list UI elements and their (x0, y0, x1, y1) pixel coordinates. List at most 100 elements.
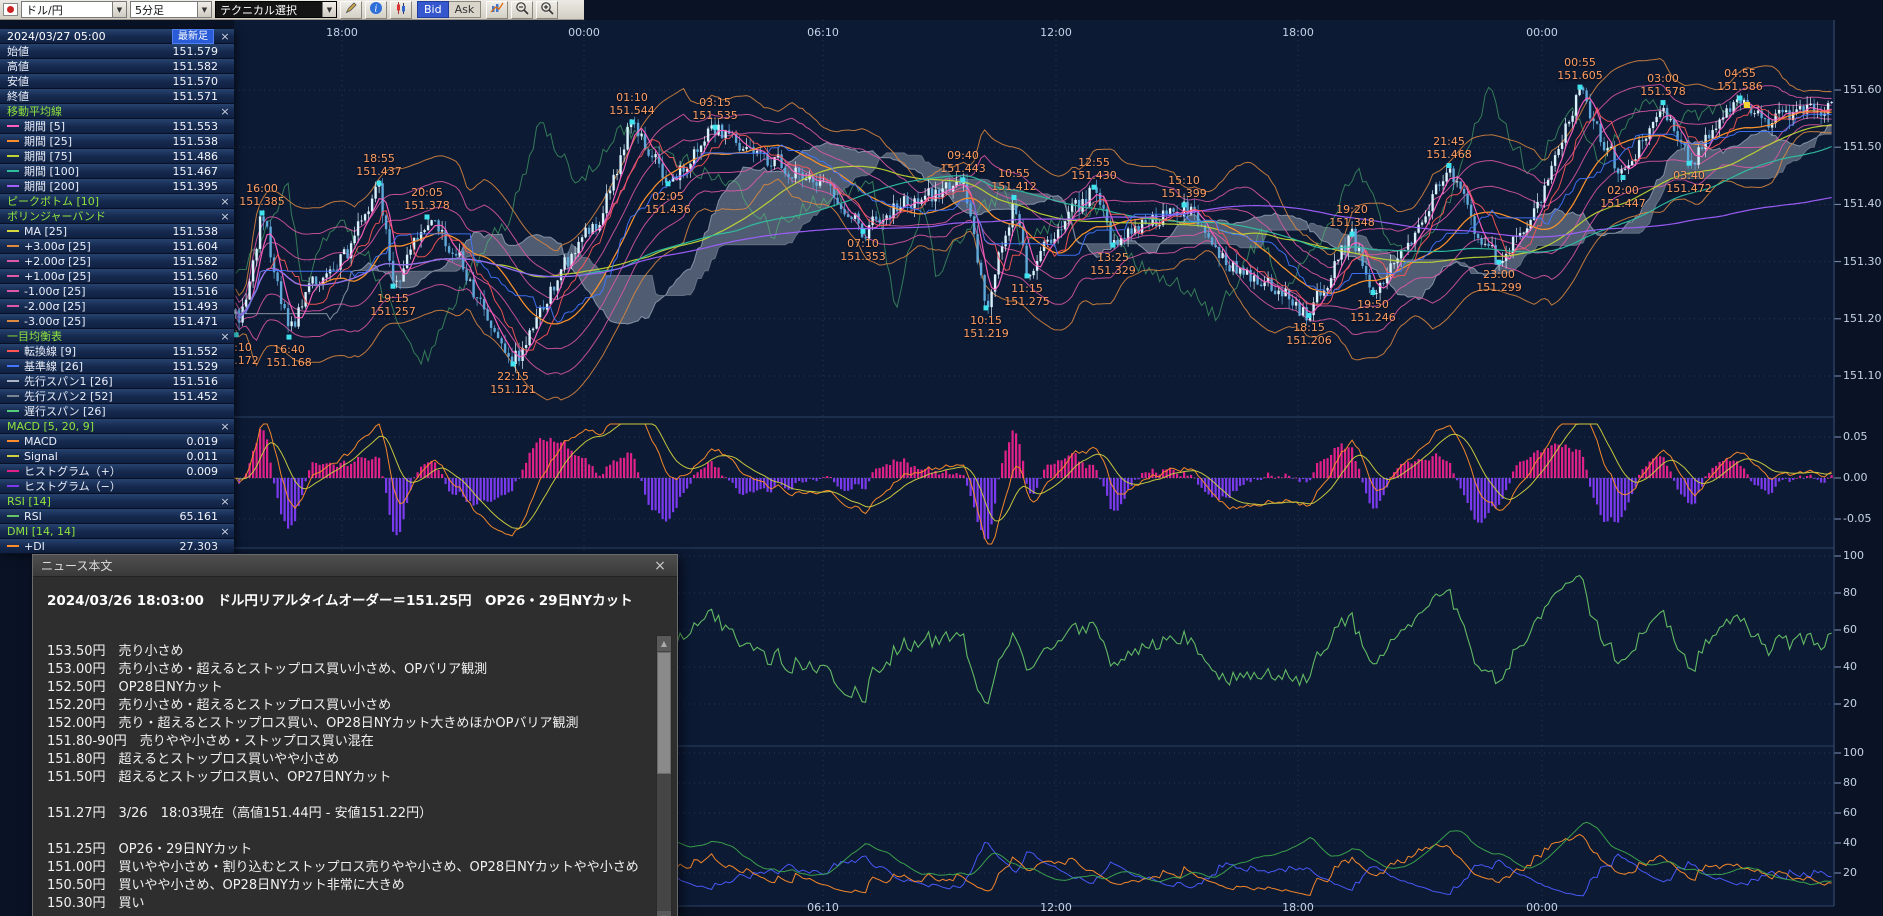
timeframe-select[interactable]: 5分足 ▼ (130, 1, 212, 18)
line-color-swatch (7, 305, 19, 307)
indicator-value-row: 期間 [5]151.553 (0, 119, 234, 134)
indicator-section-header: 移動平均線 × (0, 104, 234, 119)
section-title: ボリンジャーバンド (7, 208, 106, 224)
line-color-swatch (7, 485, 19, 487)
news-scrollbar[interactable]: ▲ ▼ (656, 635, 672, 916)
indicator-value-row: Signal0.011 (0, 449, 234, 464)
row-label: +1.00σ [25] (24, 270, 91, 283)
row-value: 151.552 (173, 345, 219, 358)
row-value: 27.303 (180, 540, 219, 553)
latest-bar-header: 2024/03/27 05:00最新足× (0, 29, 234, 44)
scrollbar-thumb[interactable] (657, 652, 671, 774)
news-body-line (47, 787, 641, 805)
news-headline: 2024/03/26 18:03:00 ドル円リアルタイムオーダー＝151.25… (33, 577, 677, 613)
line-color-swatch (7, 380, 19, 382)
indicator-section-header: MACD [5, 20, 9] × (0, 419, 234, 434)
pencil-icon (344, 1, 358, 18)
news-body-line (47, 823, 641, 841)
indicator-value-row: 終値151.571 (0, 89, 234, 104)
zoom-in-icon (540, 1, 554, 18)
scroll-down-icon[interactable]: ▼ (657, 911, 671, 916)
line-color-swatch (7, 410, 19, 412)
indicator-value-row: +DI27.303 (0, 539, 234, 554)
row-label: 基準線 [26] (24, 358, 83, 374)
section-close-button[interactable]: × (220, 420, 230, 433)
section-close-button[interactable]: × (220, 495, 230, 508)
ask-button[interactable]: Ask (449, 1, 482, 18)
indicator-section-header: ボリンジャーバンド × (0, 209, 234, 224)
line-color-swatch (7, 155, 19, 157)
technical-select[interactable]: テクニカル選択 ▼ (215, 1, 337, 18)
section-close-button[interactable]: × (220, 525, 230, 538)
line-color-swatch (7, 320, 19, 322)
row-label: ヒストグラム（−） (24, 478, 121, 494)
row-value: 65.161 (180, 510, 219, 523)
pair-select[interactable]: ドル/円 ▼ (21, 1, 127, 18)
toolbar: ドル/円 ▼ 5分足 ▼ テクニカル選択 ▼ i Bid Ask (0, 0, 584, 20)
zoom-out-icon (515, 1, 529, 18)
news-body-line: 151.80-90円 売りやや小さめ・ストップロス買い混在 (47, 733, 641, 751)
row-label: 期間 [100] (24, 163, 79, 179)
news-body-line: 153.00円 売り小さめ・超えるとストップロス買い小さめ、OPバリア観測 (47, 661, 641, 679)
indicator-panel: 2024/03/27 05:00最新足×始値151.579高値151.582安値… (0, 29, 234, 554)
row-value: 151.538 (173, 225, 219, 238)
section-title: DMI [14, 14] (7, 525, 75, 538)
indicator-value-row: 期間 [25] 151.538 (0, 134, 234, 149)
news-body-line: 151.00円 買いやや小さめ・割り込むとストップロス売りやや小さめ、OP28日… (47, 859, 641, 877)
info-icon: i (369, 1, 383, 18)
row-value: 151.529 (173, 360, 219, 373)
news-body-line: 153.50円 売り小さめ (47, 643, 641, 661)
section-close-button[interactable]: × (220, 195, 230, 208)
news-body-line: 152.20円 売り小さめ・超えるとストップロス買い小さめ (47, 697, 641, 715)
news-titlebar[interactable]: ニュース本文 × (33, 555, 677, 577)
row-label: 2024/03/27 05:00 (7, 30, 106, 43)
line-color-swatch (7, 545, 19, 547)
panel-close-button[interactable]: × (220, 30, 230, 43)
news-body: 153.50円 売り小さめ153.00円 売り小さめ・超えるとストップロス買い小… (47, 643, 641, 916)
indicator-value-row: MACD0.019 (0, 434, 234, 449)
line-color-swatch (7, 245, 19, 247)
section-close-button[interactable]: × (220, 105, 230, 118)
section-close-button[interactable]: × (220, 210, 230, 223)
line-color-swatch (7, 515, 19, 517)
indicator-value-row: 安値151.570 (0, 74, 234, 89)
row-label: +2.00σ [25] (24, 255, 91, 268)
row-value: 151.582 (173, 60, 219, 73)
row-label: +3.00σ [25] (24, 240, 91, 253)
candlestick-button[interactable] (390, 1, 412, 19)
section-title: MACD [5, 20, 9] (7, 420, 94, 433)
row-label: 先行スパン2 [52] (24, 388, 113, 404)
indicator-value-row: +1.00σ [25]151.560 (0, 269, 234, 284)
scroll-up-icon[interactable]: ▲ (657, 636, 671, 651)
zoom-in-button[interactable] (536, 1, 558, 19)
indicator-value-row: -1.00σ [25]151.516 (0, 284, 234, 299)
section-close-button[interactable]: × (220, 330, 230, 343)
close-icon[interactable]: × (651, 558, 669, 574)
row-label: MA [25] (24, 225, 67, 238)
row-label: -1.00σ [25] (24, 285, 86, 298)
section-title: 一目均衡表 (7, 328, 62, 344)
indicator-value-row: 期間 [100]151.467 (0, 164, 234, 179)
row-value: 151.571 (173, 90, 219, 103)
indicator-section-header: 一目均衡表 × (0, 329, 234, 344)
row-value: 151.493 (173, 300, 219, 313)
row-value: 151.579 (173, 45, 219, 58)
draw-tool-button[interactable] (340, 1, 362, 19)
indicator-value-row: +2.00σ [25]151.582 (0, 254, 234, 269)
info-button[interactable]: i (365, 1, 387, 19)
row-label: 期間 [25] (24, 133, 72, 149)
zoom-out-button[interactable] (511, 1, 533, 19)
indicator-value-row: 遅行スパン [26] (0, 404, 234, 419)
chart-line-icon (490, 1, 504, 18)
section-title: 移動平均線 (7, 103, 62, 119)
indicator-value-row: 先行スパン1 [26]151.516 (0, 374, 234, 389)
candlestick-icon (394, 1, 408, 18)
indicator-value-row: +3.00σ [25]151.604 (0, 239, 234, 254)
news-body-line: 151.80円 超えるとストップロス買いやや小さめ (47, 751, 641, 769)
row-value: 151.538 (173, 135, 219, 148)
chart-type-button[interactable] (486, 1, 508, 19)
line-color-swatch (7, 170, 19, 172)
bid-button[interactable]: Bid (417, 1, 449, 18)
timeframe-select-value: 5分足 (131, 2, 197, 18)
indicator-value-row: 期間 [75]151.486 (0, 149, 234, 164)
